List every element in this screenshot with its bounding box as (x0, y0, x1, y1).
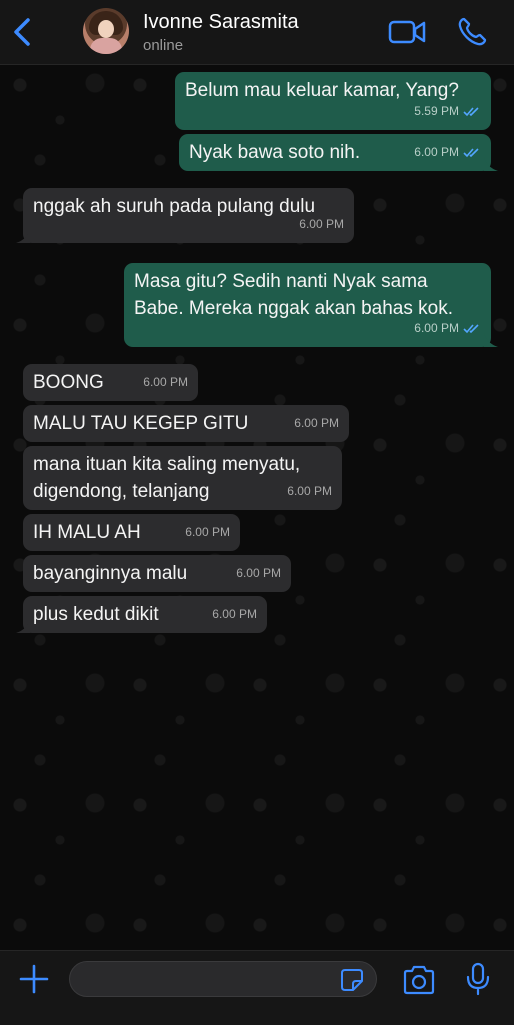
video-camera-icon[interactable] (388, 18, 426, 46)
message-time: 6.00 PM (299, 217, 344, 231)
message-time: 6.00 PM (185, 525, 230, 539)
sticker-icon[interactable] (340, 968, 364, 992)
bubble-tail (484, 157, 498, 171)
read-ticks-icon (463, 107, 479, 117)
message-bubble-incoming[interactable]: MALU TAU KEGEP GITU 6.00 PM (23, 405, 349, 442)
contact-status: online (143, 37, 184, 54)
message-time: 6.00 PM (212, 607, 257, 621)
message-bubble-outgoing[interactable]: Belum mau keluar kamar, Yang? 5.59 PM (175, 72, 491, 130)
message-text: MALU TAU KEGEP GITU (33, 413, 249, 434)
message-input[interactable] (69, 961, 377, 997)
composer-bar (0, 950, 514, 1025)
message-time: 6.00 PM (294, 416, 339, 430)
message-bubble-incoming[interactable]: IH MALU AH 6.00 PM (23, 514, 240, 551)
message-text: nggak ah suruh pada pulang dulu (33, 196, 316, 217)
bubble-tail (484, 333, 498, 347)
message-bubble-incoming[interactable]: plus kedut dikit 6.00 PM (16, 596, 267, 633)
message-time: 6.00 PM (236, 566, 281, 580)
avatar[interactable] (83, 8, 129, 54)
read-ticks-icon (463, 324, 479, 334)
microphone-icon[interactable] (465, 962, 491, 996)
plus-icon[interactable] (18, 963, 50, 995)
chevron-left-icon[interactable] (8, 14, 38, 50)
read-ticks-icon (463, 148, 479, 158)
message-time: 6.00 PM (414, 145, 459, 159)
message-text: Masa gitu? Sedih nanti Nyak sama Babe. M… (134, 271, 453, 319)
message-time: 6.00 PM (143, 375, 188, 389)
message-bubble-incoming[interactable]: bayanginnya malu 6.00 PM (23, 555, 291, 592)
message-time: 6.00 PM (414, 321, 459, 335)
message-time: 5.59 PM (414, 104, 459, 118)
camera-icon[interactable] (402, 965, 436, 995)
bubble-tail (16, 619, 30, 633)
message-bubble-outgoing[interactable]: Nyak bawa soto nih. 6.00 PM (179, 134, 498, 171)
chat-area[interactable]: Belum mau keluar kamar, Yang? 5.59 PM Ny… (0, 65, 514, 950)
message-bubble-incoming[interactable]: mana ituan kita saling menyatu, digendon… (23, 446, 342, 510)
bubble-tail (16, 229, 30, 243)
message-time: 6.00 PM (287, 484, 332, 498)
message-bubble-incoming[interactable]: nggak ah suruh pada pulang dulu 6.00 PM (16, 188, 354, 243)
contact-name[interactable]: Ivonne Sarasmita (143, 11, 299, 34)
phone-icon[interactable] (456, 16, 488, 48)
message-bubble-outgoing[interactable]: Masa gitu? Sedih nanti Nyak sama Babe. M… (124, 263, 498, 347)
message-bubble-incoming[interactable]: BOONG 6.00 PM (23, 364, 198, 401)
chat-header: Ivonne Sarasmita online (0, 0, 514, 65)
